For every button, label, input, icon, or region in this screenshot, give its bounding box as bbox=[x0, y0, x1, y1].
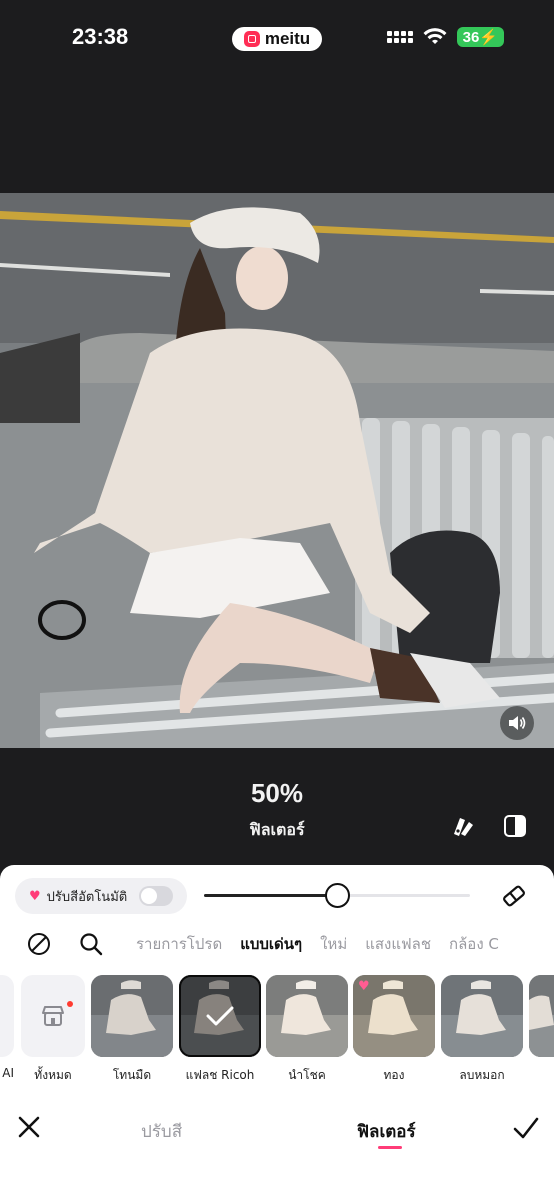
category-tabs: รายการโปรด แบบเด่นๆ ใหม่ แสงแฟลช กล้อง C bbox=[136, 932, 499, 956]
filter-chip-partial[interactable]: AI bbox=[0, 975, 14, 1080]
tab-favorites[interactable]: รายการโปรด bbox=[136, 932, 222, 956]
checkmark-icon bbox=[206, 1006, 234, 1026]
partial-label: AI bbox=[2, 1066, 14, 1080]
active-tab-indicator bbox=[378, 1146, 402, 1149]
battery-level: 36 bbox=[462, 29, 480, 46]
filter-thumb bbox=[441, 975, 523, 1057]
filter-thumb: ♥ bbox=[353, 975, 435, 1057]
notification-dot bbox=[67, 1001, 73, 1007]
auto-adjust-switch[interactable] bbox=[139, 886, 174, 906]
filter-label: แฟลช Ricoh bbox=[185, 1068, 255, 1082]
auto-adjust-label: ปรับสีอัตโนมัติ bbox=[46, 889, 128, 905]
strength-slider-fill bbox=[204, 894, 337, 897]
filter-strength-value: 50% bbox=[250, 778, 304, 808]
filter-list: AI ทั้งหมด โทนมืด แฟลช Ricoh นำโชค ♥ ทอง… bbox=[0, 975, 554, 1087]
no-filter-icon[interactable] bbox=[27, 932, 51, 956]
status-indicators: 36⚡ bbox=[386, 27, 504, 47]
filter-label: ทอง bbox=[383, 1068, 405, 1082]
filter-thumb-image bbox=[441, 975, 523, 1057]
tab-new[interactable]: ใหม่ bbox=[320, 932, 347, 956]
tab-flash[interactable]: แสงแฟลช bbox=[365, 932, 431, 956]
eraser-icon[interactable] bbox=[500, 882, 528, 910]
photo-image bbox=[0, 193, 554, 748]
store-icon bbox=[42, 1006, 64, 1026]
cellular-signal-icon bbox=[386, 31, 413, 43]
filter-thumb bbox=[179, 975, 261, 1057]
filter-chip-selected[interactable]: แฟลช Ricoh bbox=[179, 975, 261, 1085]
speaker-icon bbox=[509, 716, 526, 730]
vip-heart-icon: ♥ bbox=[358, 979, 370, 994]
partial-thumb bbox=[0, 975, 14, 1057]
filter-chip[interactable]: โทนมืด bbox=[91, 975, 173, 1085]
strength-slider[interactable] bbox=[204, 883, 470, 908]
vip-heart-icon: ♥ bbox=[29, 888, 41, 904]
tab-adjust-color[interactable]: ปรับสี bbox=[141, 1118, 182, 1145]
filter-thumb bbox=[266, 975, 348, 1057]
status-time: 23:38 bbox=[72, 24, 129, 49]
compare-split-icon[interactable] bbox=[503, 814, 527, 838]
bottom-action-bar: ปรับสี ฟิลเตอร์ bbox=[0, 1100, 554, 1160]
sound-toggle-button[interactable] bbox=[500, 706, 534, 740]
category-tabs-row: รายการโปรด แบบเด่นๆ ใหม่ แสงแฟลช กล้อง C bbox=[0, 928, 554, 960]
search-icon[interactable] bbox=[79, 932, 103, 956]
filter-chip[interactable]: ลบหมอก bbox=[441, 975, 523, 1085]
filter-label: โทนมืด bbox=[112, 1068, 152, 1082]
battery-indicator: 36⚡ bbox=[456, 27, 504, 47]
wifi-icon bbox=[423, 28, 447, 44]
selected-overlay bbox=[179, 975, 261, 1057]
store-label: ทั้งหมด bbox=[34, 1068, 72, 1082]
meitu-logo-icon bbox=[243, 31, 260, 47]
confirm-check-icon[interactable] bbox=[512, 1114, 540, 1142]
filter-thumb bbox=[91, 975, 173, 1057]
filter-thumb-image bbox=[266, 975, 348, 1057]
filter-chip[interactable]: ♥ ทอง bbox=[353, 975, 435, 1085]
filter-label: ลบหมอก bbox=[459, 1068, 505, 1082]
auto-adjust-toggle-pill[interactable]: ♥ ปรับสีอัตโนมัติ bbox=[15, 878, 187, 914]
filter-thumb-image bbox=[91, 975, 173, 1057]
status-bar: 23:38 meitu 36⚡ bbox=[0, 0, 554, 80]
filter-chip[interactable]: นำโชค bbox=[266, 975, 348, 1085]
tab-featured[interactable]: แบบเด่นๆ bbox=[240, 932, 302, 956]
meitu-app-badge[interactable]: meitu bbox=[232, 27, 322, 51]
filter-thumb bbox=[529, 975, 554, 1057]
filter-label: นำโชค bbox=[288, 1068, 326, 1082]
store-thumb bbox=[21, 975, 85, 1057]
close-icon[interactable] bbox=[16, 1114, 42, 1140]
color-palette-icon[interactable] bbox=[451, 814, 475, 838]
meitu-badge-label: meitu bbox=[264, 29, 311, 48]
photo-preview[interactable] bbox=[0, 193, 554, 748]
filter-store-chip[interactable]: ทั้งหมด bbox=[21, 975, 85, 1085]
strength-slider-thumb[interactable] bbox=[324, 883, 350, 908]
tab-camera[interactable]: กล้อง C bbox=[449, 932, 499, 956]
filter-thumb-image bbox=[529, 975, 554, 1057]
tab-filter[interactable]: ฟิลเตอร์ bbox=[357, 1118, 416, 1145]
filter-chip-partial[interactable] bbox=[529, 975, 554, 1057]
